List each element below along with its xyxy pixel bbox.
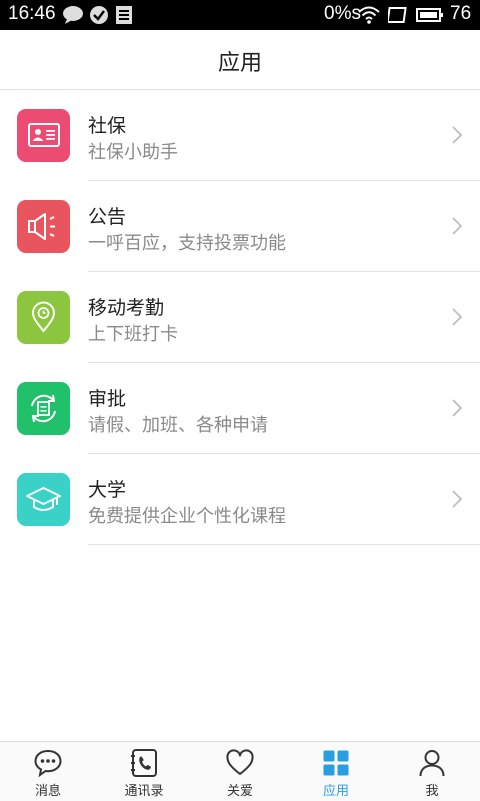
status-bar: 16:46 0%s 76 bbox=[0, 0, 480, 30]
battery-icon bbox=[416, 5, 444, 29]
tab-label: 消息 bbox=[34, 784, 61, 799]
chat-notification-icon bbox=[62, 5, 84, 29]
tab-label: 我 bbox=[425, 784, 439, 799]
bottom-tab-bar: 消息 通讯录 关爱 应用 我 bbox=[0, 741, 480, 801]
chat-bubble-icon bbox=[34, 749, 62, 778]
app-item-approval[interactable]: 审批 请假、加班、各种申请 bbox=[0, 363, 480, 454]
chevron-right-icon bbox=[452, 217, 462, 235]
apps-grid-icon bbox=[323, 750, 349, 776]
graduation-cap-icon bbox=[17, 473, 70, 526]
app-description: 社保小助手 bbox=[88, 142, 178, 163]
app-name: 移动考勤 bbox=[88, 297, 165, 319]
app-list: 社保 社保小助手 公告 一呼百应，支持投票功能 移动考勤 上下班打卡 审批 请假… bbox=[0, 90, 480, 545]
chevron-right-icon bbox=[452, 490, 462, 508]
page-title: 应用 bbox=[217, 51, 262, 76]
battery-level: 76 bbox=[450, 3, 472, 24]
app-item-university[interactable]: 大学 免费提供企业个性化课程 bbox=[0, 454, 480, 545]
chevron-right-icon bbox=[452, 126, 462, 144]
check-notification-icon bbox=[89, 5, 109, 29]
data-rate: 0%s bbox=[324, 3, 361, 24]
document-notification-icon bbox=[115, 5, 133, 29]
contacts-icon bbox=[131, 749, 157, 777]
tab-contacts[interactable]: 通讯录 bbox=[96, 742, 192, 801]
status-time: 16:46 bbox=[8, 3, 56, 24]
app-description: 免费提供企业个性化课程 bbox=[88, 506, 286, 527]
app-item-social-security[interactable]: 社保 社保小助手 bbox=[0, 90, 480, 181]
chevron-right-icon bbox=[452, 308, 462, 326]
app-item-announcement[interactable]: 公告 一呼百应，支持投票功能 bbox=[0, 181, 480, 272]
signal-icon bbox=[386, 5, 408, 29]
heart-icon bbox=[226, 749, 254, 775]
id-card-icon bbox=[17, 109, 70, 162]
tab-care[interactable]: 关爱 bbox=[192, 742, 288, 801]
app-description: 请假、加班、各种申请 bbox=[88, 415, 268, 436]
app-name: 公告 bbox=[88, 206, 127, 228]
tab-me[interactable]: 我 bbox=[384, 742, 480, 801]
divider bbox=[88, 544, 480, 545]
app-description: 一呼百应，支持投票功能 bbox=[88, 233, 286, 254]
app-name: 审批 bbox=[88, 388, 127, 410]
person-icon bbox=[419, 750, 445, 777]
tab-label: 应用 bbox=[322, 784, 349, 799]
tab-label: 关爱 bbox=[226, 784, 253, 799]
speaker-icon bbox=[17, 200, 70, 253]
wifi-icon bbox=[358, 5, 380, 29]
tab-apps[interactable]: 应用 bbox=[288, 742, 384, 801]
app-name: 社保 bbox=[88, 115, 127, 137]
location-pin-icon bbox=[17, 291, 70, 344]
tab-messages[interactable]: 消息 bbox=[0, 742, 96, 801]
chevron-right-icon bbox=[452, 399, 462, 417]
app-description: 上下班打卡 bbox=[88, 324, 178, 345]
app-item-attendance[interactable]: 移动考勤 上下班打卡 bbox=[0, 272, 480, 363]
app-name: 大学 bbox=[88, 479, 127, 501]
title-bar: 应用 bbox=[0, 30, 480, 90]
approval-refresh-icon bbox=[17, 382, 70, 435]
tab-label: 通讯录 bbox=[124, 784, 164, 799]
